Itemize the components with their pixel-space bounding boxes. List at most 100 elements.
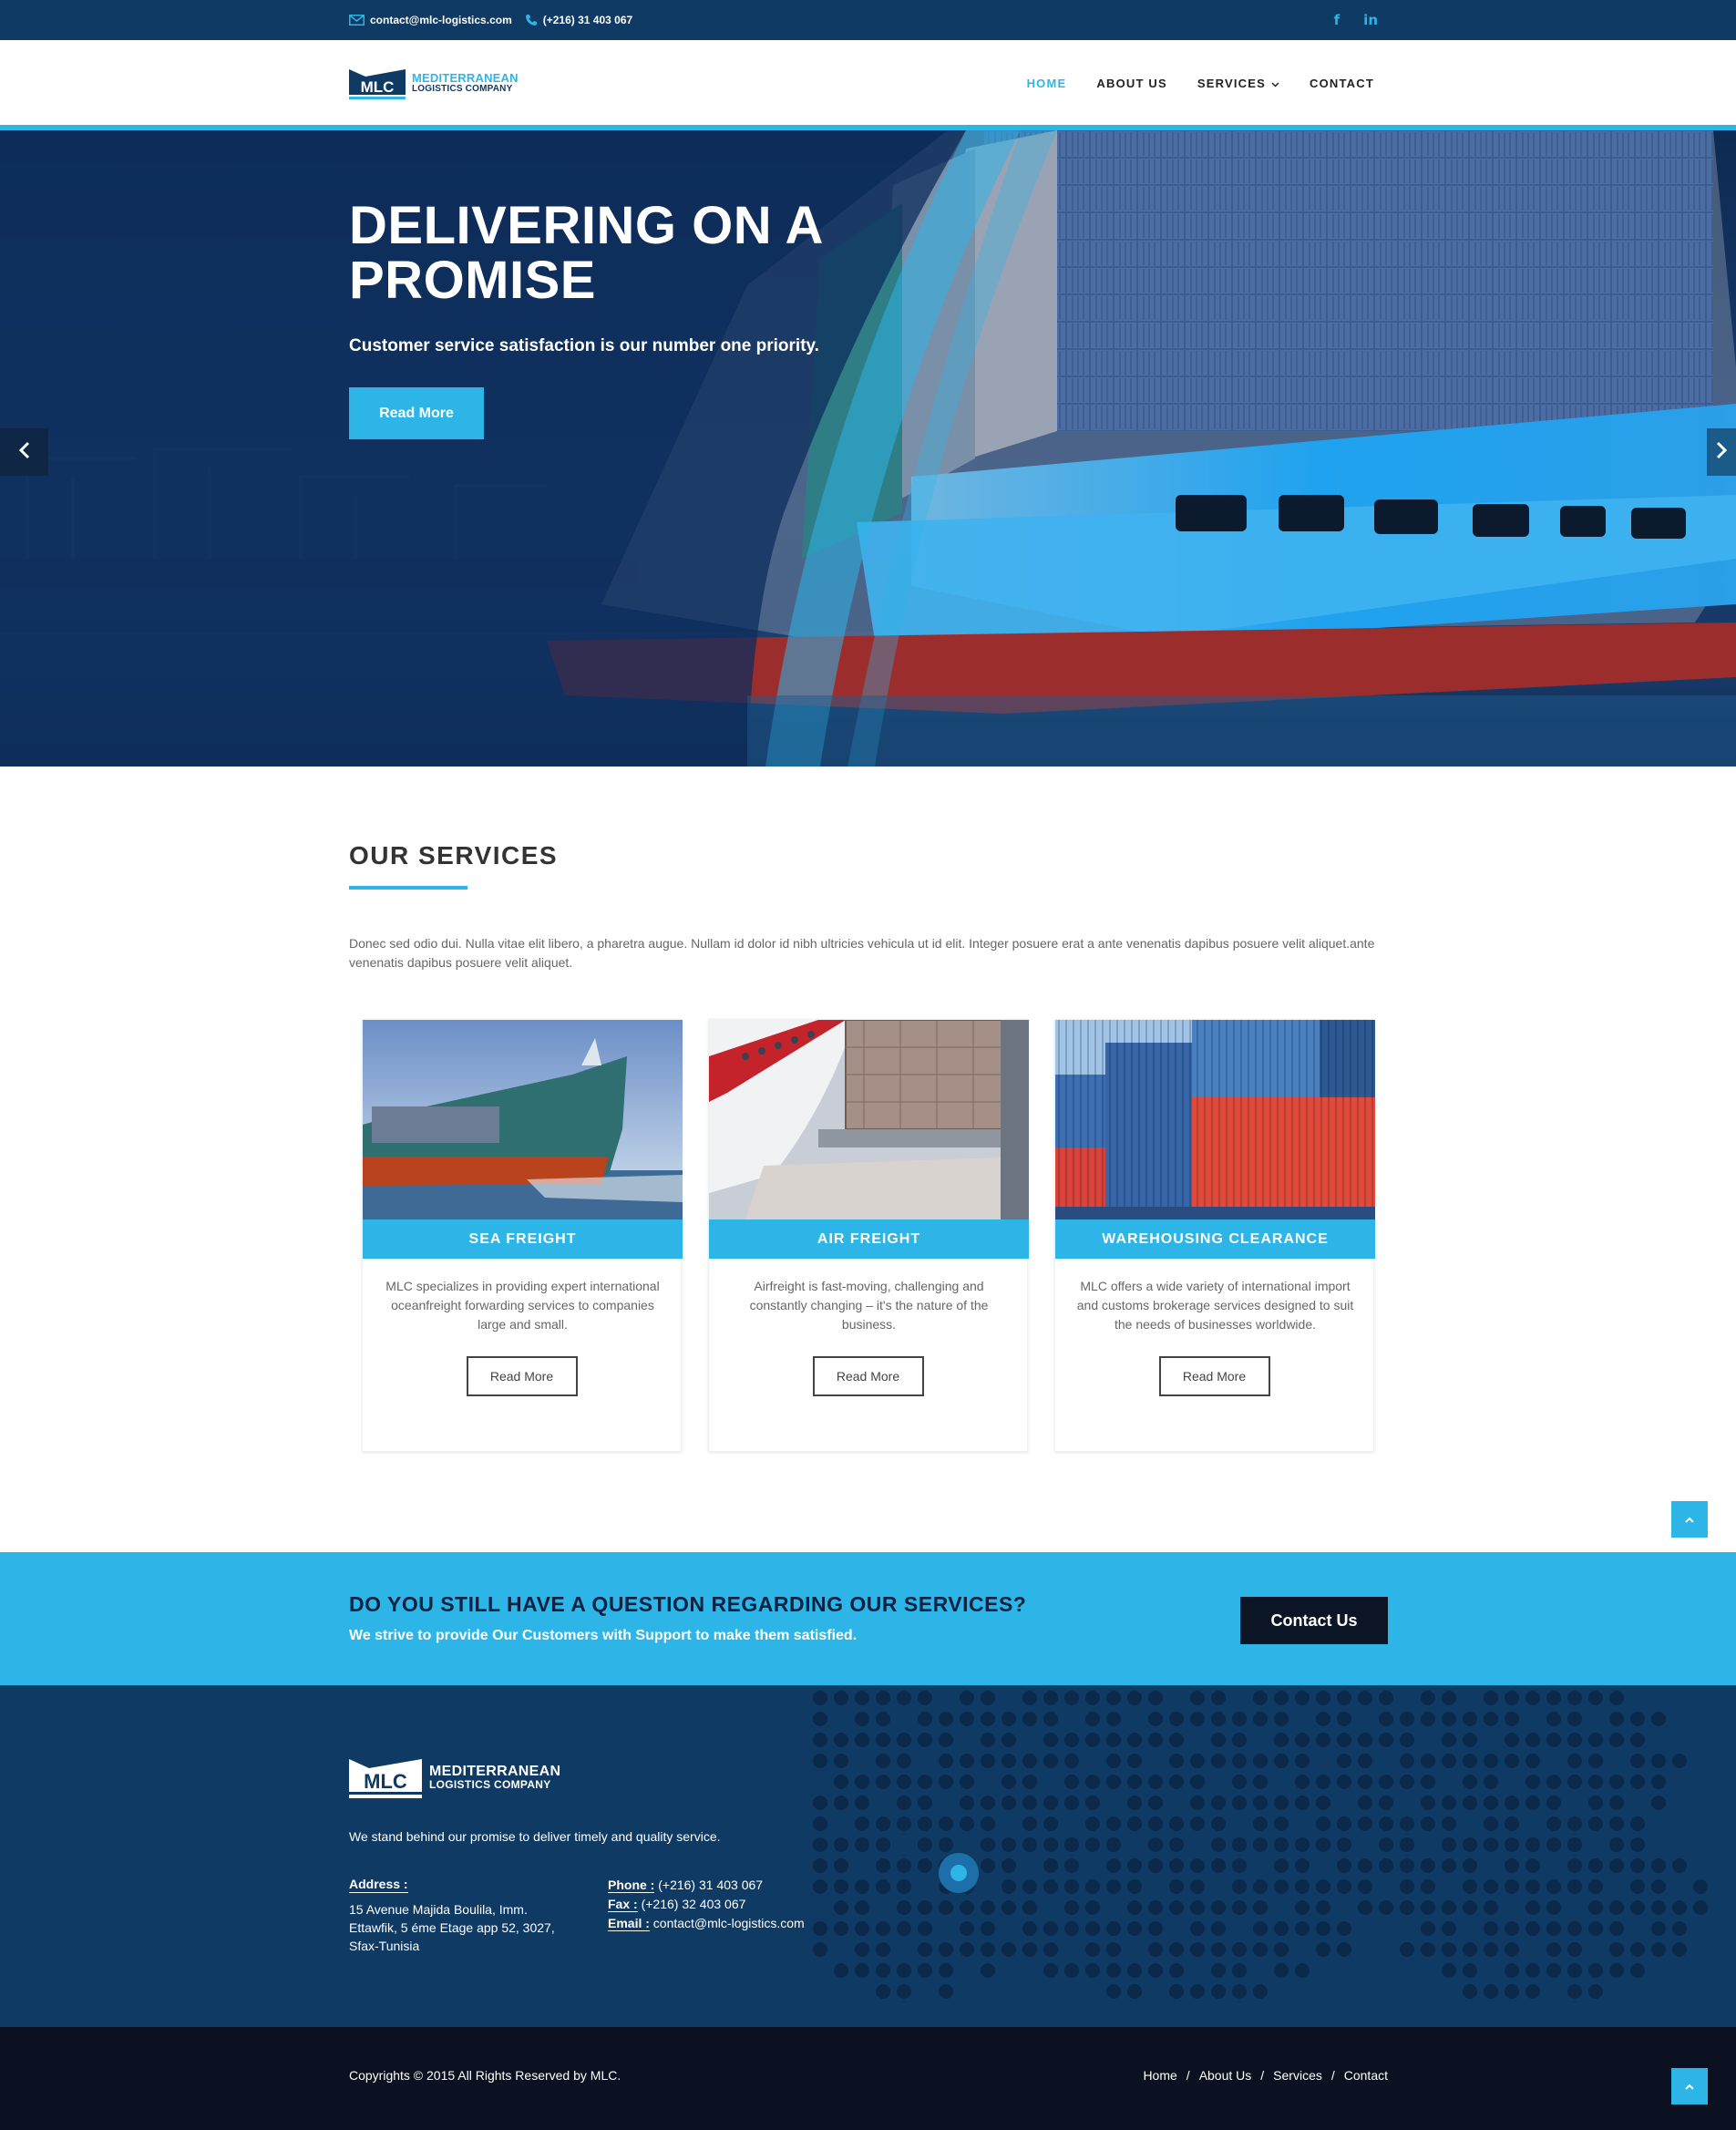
air-freight-read-more-button[interactable]: Read More bbox=[812, 1356, 924, 1396]
map-dot bbox=[1400, 1858, 1414, 1873]
map-dot bbox=[1693, 1900, 1708, 1915]
map-dot bbox=[1274, 1963, 1289, 1978]
map-dot bbox=[1211, 1984, 1226, 1999]
address-label: Address : bbox=[349, 1877, 408, 1893]
services-title: OUR SERVICES bbox=[349, 841, 559, 869]
email-value[interactable]: contact@mlc-logistics.com bbox=[650, 1916, 805, 1930]
map-dot bbox=[1106, 1879, 1121, 1894]
map-dot bbox=[1379, 1775, 1393, 1789]
top-email[interactable]: contact@mlc-logistics.com bbox=[349, 14, 512, 26]
map-dot bbox=[1002, 1837, 1016, 1852]
footer-link-contact[interactable]: Contact bbox=[1344, 2068, 1388, 2083]
map-dot bbox=[1085, 1712, 1100, 1726]
map-dot bbox=[1630, 1816, 1645, 1831]
service-card-air: AIR FREIGHT Airfreight is fast-moving, c… bbox=[708, 1019, 1029, 1452]
map-dot bbox=[1630, 1837, 1645, 1852]
map-dot bbox=[1463, 1754, 1477, 1768]
top-phone[interactable]: (+216) 31 403 067 bbox=[525, 14, 632, 26]
map-dot bbox=[1400, 1837, 1414, 1852]
map-dot bbox=[1106, 1963, 1121, 1978]
slider-next-button[interactable] bbox=[1707, 428, 1736, 476]
nav-services[interactable]: SERVICES bbox=[1197, 77, 1279, 90]
map-dot bbox=[1148, 1837, 1163, 1852]
chevron-up-icon bbox=[1684, 1511, 1695, 1528]
map-dot bbox=[1022, 1837, 1037, 1852]
map-dot bbox=[1211, 1754, 1226, 1768]
map-dot bbox=[1609, 1837, 1624, 1852]
map-dot bbox=[1505, 1733, 1519, 1747]
map-dot bbox=[1043, 1691, 1058, 1705]
map-dot bbox=[1609, 1775, 1624, 1789]
map-dot bbox=[1169, 1984, 1184, 1999]
map-dot bbox=[1190, 1691, 1205, 1705]
map-dot bbox=[1085, 1691, 1100, 1705]
top-bar: contact@mlc-logistics.com (+216) 31 403 … bbox=[0, 0, 1736, 40]
map-dot bbox=[1211, 1921, 1226, 1936]
map-dot bbox=[1190, 1942, 1205, 1957]
map-dot bbox=[1253, 1691, 1268, 1705]
map-dot bbox=[855, 1775, 869, 1789]
map-dot bbox=[1379, 1691, 1393, 1705]
map-dot bbox=[1484, 1775, 1498, 1789]
footer-link-services[interactable]: Services bbox=[1273, 2068, 1322, 2083]
map-dot bbox=[1085, 1942, 1100, 1957]
map-dot bbox=[1211, 1942, 1226, 1957]
nav-home[interactable]: HOME bbox=[1027, 77, 1067, 90]
map-dot bbox=[1442, 1837, 1456, 1852]
map-dot bbox=[1546, 1816, 1561, 1831]
nav-about[interactable]: ABOUT US bbox=[1096, 77, 1167, 90]
map-dot bbox=[1274, 1712, 1289, 1726]
map-dot bbox=[1169, 1900, 1184, 1915]
back-to-top-button-footer[interactable] bbox=[1671, 2068, 1708, 2104]
phone-value[interactable]: (+216) 31 403 067 bbox=[654, 1878, 763, 1892]
map-dot bbox=[1295, 1858, 1310, 1873]
map-dot bbox=[1567, 1816, 1582, 1831]
map-dot bbox=[1337, 1712, 1351, 1726]
map-dot bbox=[1232, 1879, 1247, 1894]
map-dot bbox=[1316, 1837, 1330, 1852]
map-dot bbox=[1022, 1712, 1037, 1726]
map-dot bbox=[981, 1733, 995, 1747]
map-dot bbox=[1253, 1837, 1268, 1852]
back-to-top-button[interactable] bbox=[1671, 1501, 1708, 1538]
map-dot bbox=[1169, 1837, 1184, 1852]
linkedin-icon[interactable]: in bbox=[1363, 12, 1378, 28]
map-dot bbox=[1211, 1712, 1226, 1726]
map-dot bbox=[1274, 1942, 1289, 1957]
map-dot bbox=[1169, 1733, 1184, 1747]
map-dot bbox=[1043, 1796, 1058, 1810]
map-dot bbox=[1546, 1900, 1561, 1915]
map-dot bbox=[897, 1900, 911, 1915]
map-dot bbox=[834, 1900, 848, 1915]
hero-read-more-button[interactable]: Read More bbox=[349, 387, 484, 439]
map-dot bbox=[1232, 1754, 1247, 1768]
map-dot bbox=[1085, 1879, 1100, 1894]
footer-link-home[interactable]: Home bbox=[1143, 2068, 1176, 2083]
warehousing-read-more-button[interactable]: Read More bbox=[1158, 1356, 1270, 1396]
map-dot bbox=[897, 1984, 911, 1999]
map-dot bbox=[1211, 1796, 1226, 1810]
map-dot bbox=[981, 1754, 995, 1768]
footer-logo-line2: LOGISTICS COMPANY bbox=[429, 1778, 551, 1791]
sea-freight-read-more-button[interactable]: Read More bbox=[466, 1356, 578, 1396]
nav-contact[interactable]: CONTACT bbox=[1310, 77, 1374, 90]
map-dot bbox=[1546, 1796, 1561, 1810]
footer-logo[interactable]: MLC MEDITERRANEAN LOGISTICS COMPANY bbox=[349, 1757, 560, 1799]
hero-title: DELIVERING ON A PROMISE bbox=[349, 196, 822, 310]
map-dot bbox=[813, 1879, 827, 1894]
facebook-icon[interactable]: f bbox=[1334, 12, 1341, 28]
map-dot bbox=[1169, 1963, 1184, 1978]
map-dot bbox=[1567, 1733, 1582, 1747]
map-dot bbox=[1085, 1816, 1100, 1831]
map-dot bbox=[1274, 1733, 1289, 1747]
map-dot bbox=[897, 1921, 911, 1936]
map-dot bbox=[1358, 1733, 1372, 1747]
map-dot bbox=[918, 1900, 932, 1915]
footer-link-about[interactable]: About Us bbox=[1199, 2068, 1252, 2083]
map-dot bbox=[1400, 1879, 1414, 1894]
map-dot bbox=[1022, 1775, 1037, 1789]
slider-prev-button[interactable] bbox=[0, 428, 48, 476]
site-logo[interactable]: MLC MEDITERRANEAN LOGISTICS COMPANY bbox=[349, 67, 519, 100]
contact-us-button[interactable]: Contact Us bbox=[1240, 1597, 1388, 1644]
cta-title: DO YOU STILL HAVE A QUESTION REGARDING O… bbox=[349, 1592, 1027, 1616]
